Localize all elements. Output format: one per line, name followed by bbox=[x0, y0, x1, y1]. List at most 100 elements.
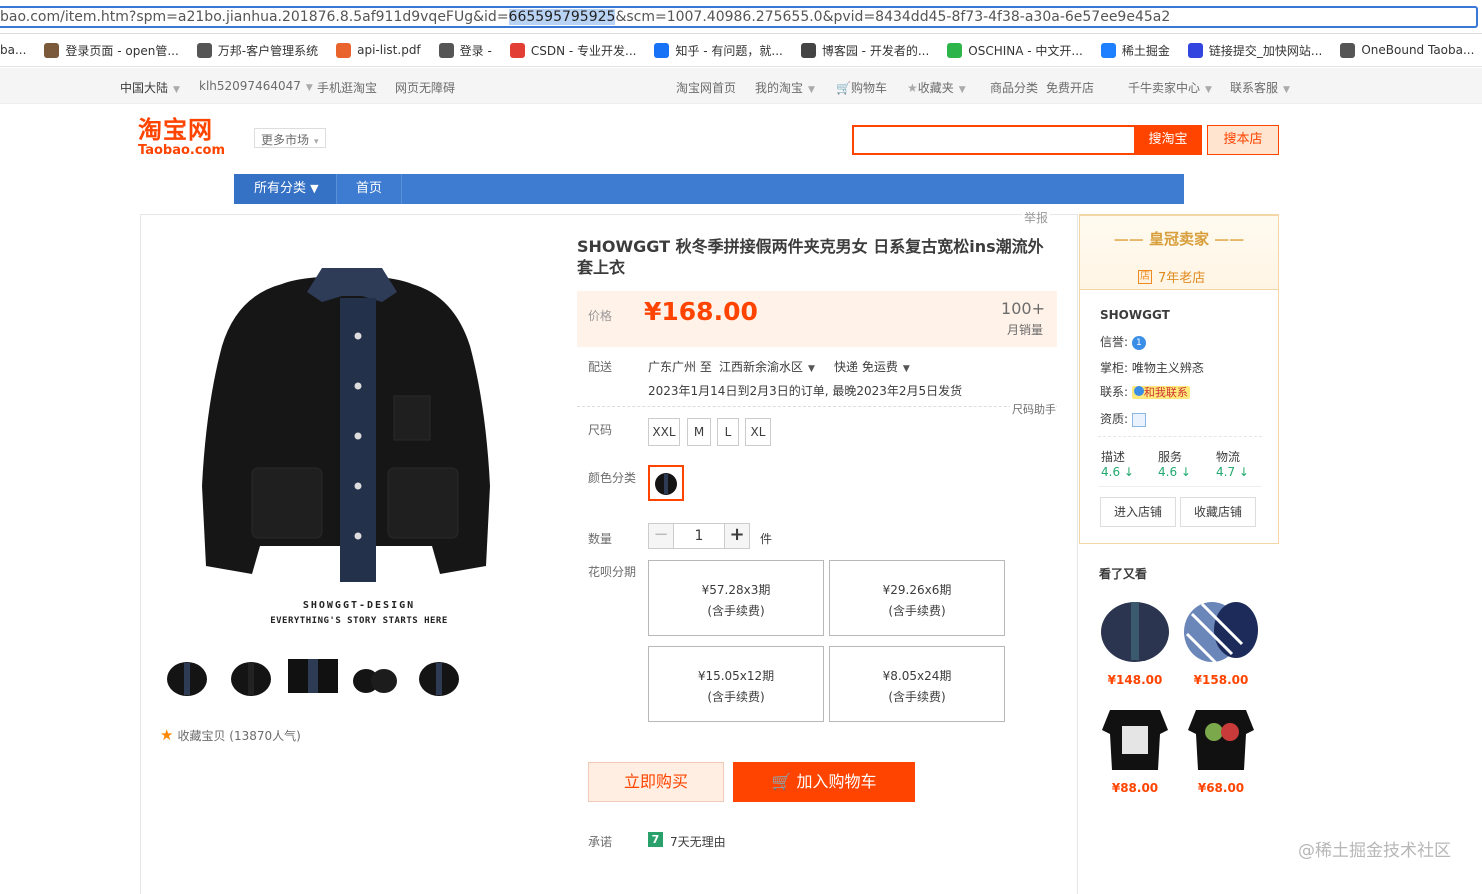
bookmark-item[interactable]: 链接提交_加快网站... bbox=[1187, 42, 1323, 59]
size-helper-link[interactable]: 尺码助手 bbox=[1010, 401, 1056, 417]
taobao-logo[interactable]: 淘宝网 Taobao.com bbox=[138, 116, 236, 158]
delivery-note: 2023年1月14日到2月3日的订单, 最晚2023年2月5日发货 bbox=[648, 384, 963, 398]
license-icon[interactable] bbox=[1131, 412, 1146, 427]
qty-increase-button[interactable]: + bbox=[724, 523, 750, 549]
contact-row: 联系: 和我联系 bbox=[1100, 385, 1190, 399]
bookmark-item[interactable]: CSDN - 专业开发... bbox=[509, 42, 637, 59]
globe-icon bbox=[1340, 42, 1356, 58]
bookmark-item[interactable]: 稀土掘金 bbox=[1100, 42, 1170, 59]
bookmark-item[interactable]: OSCHINA - 中文开... bbox=[947, 42, 1083, 59]
installment-option[interactable]: ¥57.28x3期 (含手续费) bbox=[648, 560, 824, 636]
installment-option[interactable]: ¥8.05x24期 (含手续费) bbox=[829, 646, 1005, 722]
seller-name[interactable]: SHOWGGT bbox=[1100, 308, 1170, 322]
recommend-item-price: ¥148.00 bbox=[1107, 673, 1163, 687]
brand-line: SHOWGGT-DESIGN bbox=[302, 600, 416, 611]
favorite-item[interactable]: ★ 收藏宝贝 (13870人气) bbox=[160, 726, 301, 744]
cart-link[interactable]: 🛒购物车 bbox=[836, 79, 887, 96]
keeper-row: 掌柜: 唯物主义辨忞 bbox=[1100, 361, 1204, 375]
bookmark-label: CSDN - 专业开发... bbox=[530, 43, 637, 58]
chevron-down-icon: ▼ bbox=[305, 83, 313, 93]
recommend-item-image[interactable] bbox=[1096, 594, 1174, 666]
qty-label: 数量 bbox=[588, 532, 613, 546]
bookmark-item[interactable]: OneBound Taoba... bbox=[1340, 42, 1474, 58]
bookmark-item[interactable]: 登录 - bbox=[438, 42, 492, 59]
buy-now-button[interactable]: 立即购买 bbox=[588, 762, 724, 802]
add-to-cart-button[interactable]: 🛒 加入购物车 bbox=[733, 762, 915, 802]
color-swatch-selected[interactable] bbox=[648, 465, 684, 501]
jacket-thumbnail-icon bbox=[655, 473, 677, 495]
shipping-option[interactable]: 快递 免运费 ▼ bbox=[834, 358, 910, 375]
shop-icon: 店 bbox=[1138, 269, 1152, 284]
enter-shop-button[interactable]: 进入店铺 bbox=[1100, 497, 1176, 527]
bookmark-item[interactable]: 登录页面 - open管... bbox=[44, 42, 179, 59]
thumbnail-2[interactable] bbox=[228, 655, 274, 697]
bookmark-item[interactable]: ba... bbox=[0, 43, 26, 57]
region-selector[interactable]: 中国大陆 ▼ bbox=[120, 79, 180, 96]
chevron-down-icon: ▼ bbox=[902, 364, 910, 374]
cart-icon: 🛒 bbox=[836, 81, 851, 95]
thumbnail-5[interactable] bbox=[416, 655, 462, 697]
oschina-icon bbox=[947, 42, 963, 58]
home-link[interactable]: 淘宝网首页 bbox=[676, 79, 736, 96]
installment-option[interactable]: ¥15.05x12期 (含手续费) bbox=[648, 646, 824, 722]
more-market-dropdown[interactable]: 更多市场 ▾ bbox=[254, 128, 326, 148]
thumbnail-4[interactable] bbox=[352, 655, 398, 697]
product-main-image[interactable] bbox=[192, 236, 502, 636]
crown-seller: —— 皇冠卖家 —— bbox=[1113, 230, 1245, 248]
bookmark-label: ba... bbox=[0, 43, 27, 57]
chevron-down-icon: ▼ bbox=[173, 85, 180, 95]
credit-diamond-icon: 1 bbox=[1131, 335, 1146, 350]
search-input[interactable] bbox=[852, 125, 1134, 155]
bookmark-label: 链接提交_加快网站... bbox=[1208, 43, 1323, 58]
mobile-link[interactable]: 手机逛淘宝 bbox=[317, 79, 377, 96]
zhihu-icon bbox=[654, 42, 670, 58]
bookmark-item[interactable]: 知乎 - 有问题，就... bbox=[654, 42, 783, 59]
categories-link[interactable]: 商品分类 bbox=[990, 79, 1038, 96]
promise-text[interactable]: 7天无理由 bbox=[670, 833, 726, 850]
quantity-input[interactable]: 1 bbox=[674, 523, 724, 549]
qty-decrease-button[interactable]: − bbox=[648, 523, 674, 549]
my-taobao-link[interactable]: 我的淘宝 ▼ bbox=[755, 79, 815, 96]
thumbnail-1[interactable] bbox=[164, 655, 210, 697]
size-option[interactable]: XL bbox=[745, 418, 771, 446]
nav-home[interactable]: 首页 bbox=[336, 174, 402, 204]
score-service: 服务 4.6 ↓ bbox=[1158, 450, 1191, 479]
bookmark-label: OSCHINA - 中文开... bbox=[968, 43, 1083, 58]
chevron-down-icon: ▼ bbox=[958, 85, 966, 95]
bookmark-item[interactable]: 博客园 - 开发者的... bbox=[800, 42, 929, 59]
bookmark-label: 登录 - bbox=[459, 43, 492, 58]
search-button[interactable]: 搜淘宝 bbox=[1134, 125, 1202, 155]
recommend-item-image[interactable] bbox=[1182, 700, 1260, 772]
recommend-item-price: ¥88.00 bbox=[1111, 781, 1159, 795]
accessible-link[interactable]: 网页无障碍 bbox=[395, 79, 455, 96]
size-option[interactable]: L bbox=[717, 418, 739, 446]
recommend-item-image[interactable] bbox=[1096, 700, 1174, 772]
delivery-destination[interactable]: 江西新余渝水区 ▼ bbox=[719, 358, 815, 375]
recommend-item-price: ¥158.00 bbox=[1193, 673, 1249, 687]
service-link[interactable]: 联系客服 ▼ bbox=[1230, 79, 1290, 96]
favorites-link[interactable]: ★收藏夹 ▼ bbox=[907, 79, 966, 96]
shop-search-button[interactable]: 搜本店 bbox=[1207, 125, 1279, 155]
recommend-item-image[interactable] bbox=[1182, 594, 1260, 666]
installment-option[interactable]: ¥29.26x6期 (含手续费) bbox=[829, 560, 1005, 636]
keeper-name: 唯物主义辨忞 bbox=[1131, 361, 1204, 375]
size-option[interactable]: XXL bbox=[648, 418, 680, 446]
favorite-shop-button[interactable]: 收藏店铺 bbox=[1180, 497, 1256, 527]
free-shop-link[interactable]: 免费开店 bbox=[1046, 79, 1094, 96]
size-option[interactable]: M bbox=[687, 418, 711, 446]
report-link[interactable]: 举报 bbox=[1022, 209, 1051, 226]
url-field[interactable]: bao.com/item.htm?spm=a21bo.jianhua.20187… bbox=[0, 6, 1478, 28]
bookmark-item[interactable]: 万邦-客户管理系统 bbox=[196, 42, 318, 59]
arrow-down-icon: ↓ bbox=[1238, 465, 1249, 479]
price-value: ¥168.00 bbox=[644, 297, 758, 326]
thumbnail-3[interactable] bbox=[288, 655, 338, 697]
all-categories-menu[interactable]: 所有分类 ▼ bbox=[234, 174, 336, 204]
arrow-down-icon: ↓ bbox=[1123, 465, 1134, 479]
chevron-down-icon: ▼ bbox=[808, 364, 815, 374]
seller-center-link[interactable]: 千牛卖家中心 ▼ bbox=[1128, 79, 1212, 96]
contact-button[interactable]: 和我联系 bbox=[1131, 386, 1190, 399]
bookmarks-bar: ba... 登录页面 - open管... 万邦-客户管理系统 api-list.pd… bbox=[0, 34, 1482, 67]
user-link[interactable]: klh52097464047 ▼ bbox=[199, 79, 313, 93]
triangle-down-icon: ▼ bbox=[310, 182, 319, 195]
bookmark-item[interactable]: api-list.pdf bbox=[336, 42, 421, 58]
